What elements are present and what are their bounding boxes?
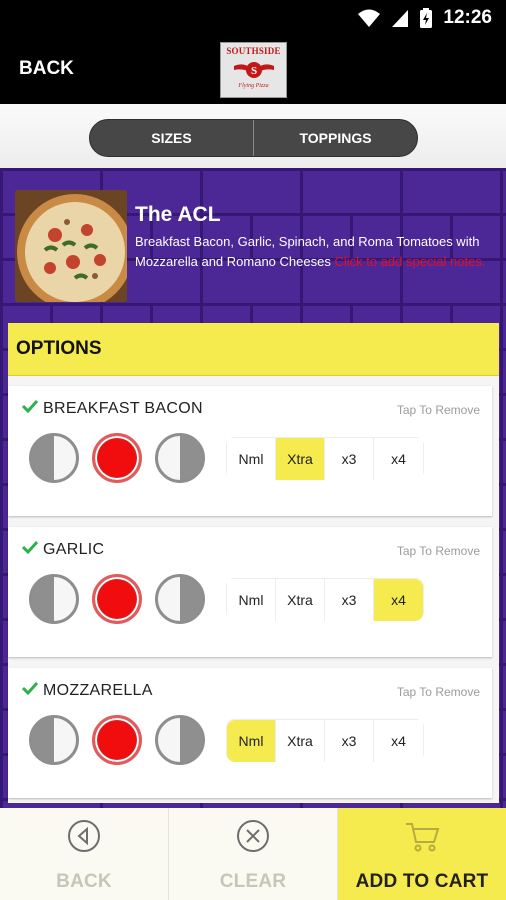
bottom-action-bar: BACK CLEAR ADD TO CART [0,808,506,900]
cell-signal-icon [392,10,409,27]
amount-xtra[interactable]: Xtra [276,579,325,621]
amount-selector: Nml Xtra x3 x4 [226,578,424,621]
amount-x4[interactable]: x4 [374,438,423,480]
pizza-image [15,190,127,302]
status-bar: 12:26 [0,0,506,36]
tap-to-remove[interactable]: Tap To Remove [397,685,480,699]
right-half-placement-icon[interactable] [155,433,205,483]
tap-to-remove[interactable]: Tap To Remove [397,544,480,558]
left-half-placement-icon[interactable] [29,433,79,483]
topping-row-mozzarella: MOZZARELLA Tap To Remove Nml Xtra x3 x4 [8,668,492,798]
amount-x3[interactable]: x3 [325,579,374,621]
amount-xtra[interactable]: Xtra [276,438,325,480]
tap-to-remove[interactable]: Tap To Remove [397,403,480,417]
back-button-label: BACK [56,871,112,892]
amount-x4[interactable]: x4 [374,720,423,762]
segmented-control: SIZES TOPPINGS [89,119,418,157]
tab-toppings[interactable]: TOPPINGS [254,120,417,156]
add-to-cart-button[interactable]: ADD TO CART [338,808,506,900]
left-half-placement-icon[interactable] [29,715,79,765]
back-link[interactable]: BACK [19,58,74,80]
app-bar: BACK SOUTHSIDE S Flying Pizza [0,36,506,104]
check-icon [22,399,38,413]
item-description: Breakfast Bacon, Garlic, Spinach, and Ro… [135,232,497,272]
amount-x3[interactable]: x3 [325,438,374,480]
restaurant-logo: SOUTHSIDE S Flying Pizza [220,42,287,98]
amount-selector: Nml Xtra x3 x4 [226,719,424,762]
whole-placement-icon[interactable] [92,433,142,483]
wifi-icon [358,9,381,27]
amount-xtra[interactable]: Xtra [276,720,325,762]
whole-placement-icon[interactable] [92,574,142,624]
amount-nml[interactable]: Nml [227,579,276,621]
back-circle-icon [68,820,100,852]
amount-x3[interactable]: x3 [325,720,374,762]
amount-x4[interactable]: x4 [374,579,423,621]
add-to-cart-label: ADD TO CART [355,871,489,892]
item-title: The ACL [135,203,221,226]
topping-name: MOZZARELLA [43,682,153,699]
logo-text-top: SOUTHSIDE [226,46,281,56]
left-half-placement-icon[interactable] [29,574,79,624]
amount-nml[interactable]: Nml [227,720,276,762]
logo-text-bottom: Flying Pizza [238,83,269,89]
svg-text:S: S [250,65,256,77]
cart-icon [406,823,440,852]
logo-wings-icon: S [233,62,274,78]
clear-button-label: CLEAR [219,871,287,892]
tabs-area: SIZES TOPPINGS [0,104,506,168]
clear-button[interactable]: CLEAR [169,808,338,900]
topping-name: GARLIC [43,541,105,558]
options-header: OPTIONS [8,323,499,376]
amount-nml[interactable]: Nml [227,438,276,480]
check-icon [22,681,38,695]
battery-charging-icon [420,8,433,28]
item-header: The ACL Breakfast Bacon, Garlic, Spinach… [15,188,495,302]
clear-circle-icon [237,820,269,852]
whole-placement-icon[interactable] [92,715,142,765]
tab-sizes[interactable]: SIZES [90,120,253,156]
back-button[interactable]: BACK [0,808,169,900]
right-half-placement-icon[interactable] [155,715,205,765]
topping-name: BREAKFAST BACON [43,400,203,417]
special-notes-link[interactable]: Click to add special notes. [334,254,485,269]
check-icon [22,540,38,554]
right-half-placement-icon[interactable] [155,574,205,624]
topping-row-breakfast-bacon: BREAKFAST BACON Tap To Remove Nml Xtra x… [8,386,492,516]
topping-row-garlic: GARLIC Tap To Remove Nml Xtra x3 x4 [8,527,492,657]
clock: 12:26 [443,7,492,28]
amount-selector: Nml Xtra x3 x4 [226,437,424,480]
